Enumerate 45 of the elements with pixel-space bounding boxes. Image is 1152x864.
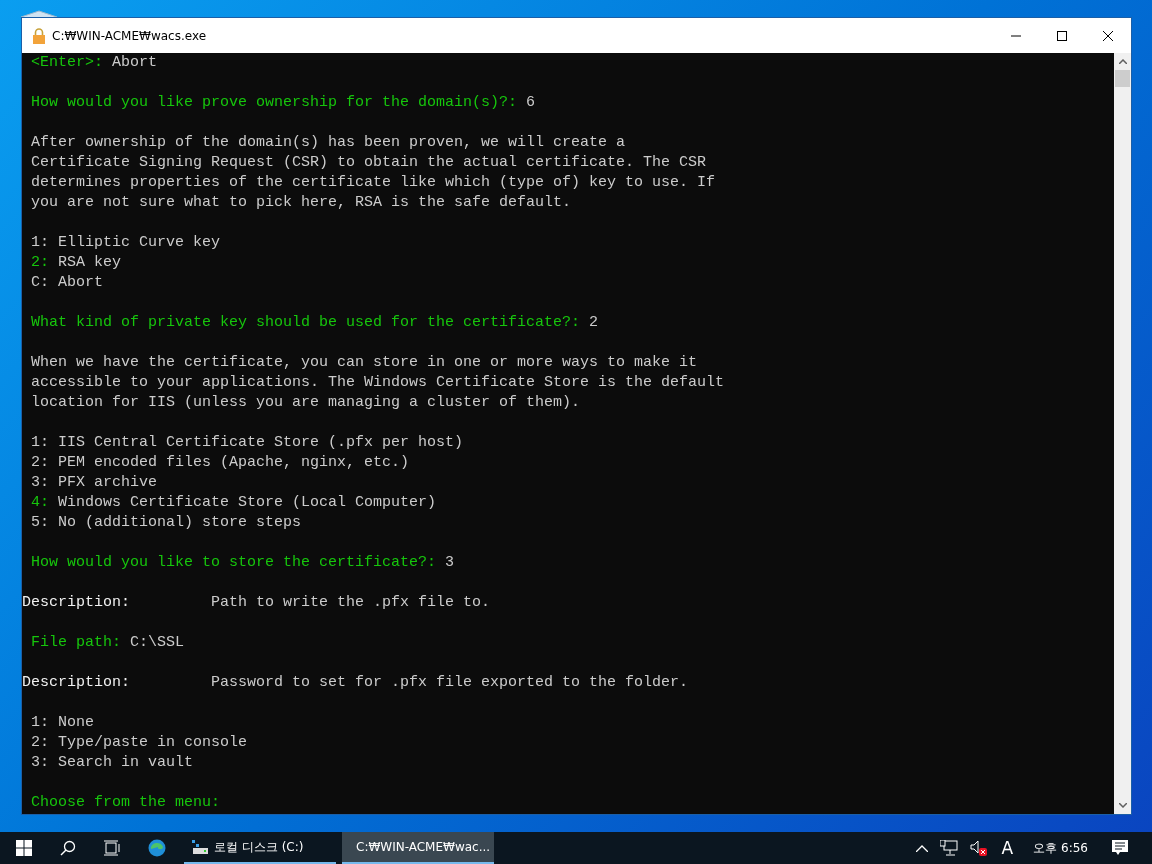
notification-icon[interactable] xyxy=(1112,840,1128,856)
console-line: accessible to your applications. The Windows Certificate Store is the default xyxy=(30,373,725,393)
console-line: Description: Password to set for .pfx file exported to the folder. xyxy=(22,673,689,693)
windows-logo-icon[interactable] xyxy=(16,840,32,856)
browser-icon[interactable] xyxy=(148,839,166,857)
network-icon[interactable] xyxy=(939,840,958,856)
console-line: 3: PFX archive xyxy=(30,473,158,493)
console-line: 2: PEM encoded files (Apache, nginx, etc.) xyxy=(30,453,410,473)
muted-speaker-icon[interactable] xyxy=(969,840,988,856)
task-view-icon[interactable] xyxy=(104,840,120,856)
console-line: location for IIS (unless you are managing a cluster of them). xyxy=(30,393,581,413)
console-line: 5: No (additional) store steps xyxy=(30,513,302,533)
chevron-up-icon[interactable] xyxy=(915,844,928,852)
console-line: How would you like to store the certificate?: 3 xyxy=(30,553,455,573)
console-line: 1: None xyxy=(30,713,94,733)
console-line: What kind of private key should be used for the certificate?: 2 xyxy=(30,313,599,333)
taskbar-button[interactable]: 로컬 디스크 (C:) xyxy=(184,832,336,864)
console-line: 1: IIS Central Certificate Store (.pfx per host) xyxy=(30,433,464,453)
console-line: 3: Search in vault xyxy=(30,753,194,773)
clock[interactable]: 오후 6:56 xyxy=(1033,839,1088,857)
maximize-icon xyxy=(1057,30,1067,41)
console-line: Description: Path to write the .pfx file to. xyxy=(22,593,491,613)
input-method-indicator[interactable]: A xyxy=(1001,838,1014,858)
console-line: 4: Windows Certificate Store (Local Computer) xyxy=(30,493,437,513)
scrollbar-thumb[interactable] xyxy=(1115,70,1130,87)
scrollbar[interactable] xyxy=(1114,53,1131,814)
taskbar-button[interactable]: C:₩WIN-ACME₩wac... xyxy=(342,832,494,864)
console-line: C: Abort xyxy=(30,273,103,293)
console-line: <Enter>: Abort xyxy=(30,53,158,73)
console-line: Choose from the menu: xyxy=(30,793,221,813)
console-line: How would you like prove ownership for the domain(s)?: 6 xyxy=(30,93,536,113)
console-line: After ownership of the domain(s) has been proven, we will create a xyxy=(30,133,626,153)
console-line: 2: Type/paste in console xyxy=(30,733,248,753)
search-icon[interactable] xyxy=(60,840,76,856)
console-line: determines properties of the certificate like which (type of) key to use. If xyxy=(30,173,716,193)
console-line: Certificate Signing Request (CSR) to obtain the actual certificate. The CSR xyxy=(30,153,707,173)
close-icon xyxy=(1103,30,1113,41)
console-line: 1: Elliptic Curve key xyxy=(30,233,221,253)
console-line: When we have the certificate, you can store in one or more ways to make it xyxy=(30,353,698,373)
window-title: C:₩WIN-ACME₩wacs.exe xyxy=(52,28,207,43)
drive-icon xyxy=(192,840,208,854)
console-line: you are not sure what to pick here, RSA is the safe default. xyxy=(30,193,572,213)
padlock-icon xyxy=(32,27,46,44)
console-line: File path: C:\SSL xyxy=(30,633,185,653)
console-line: 2: RSA key xyxy=(30,253,122,273)
